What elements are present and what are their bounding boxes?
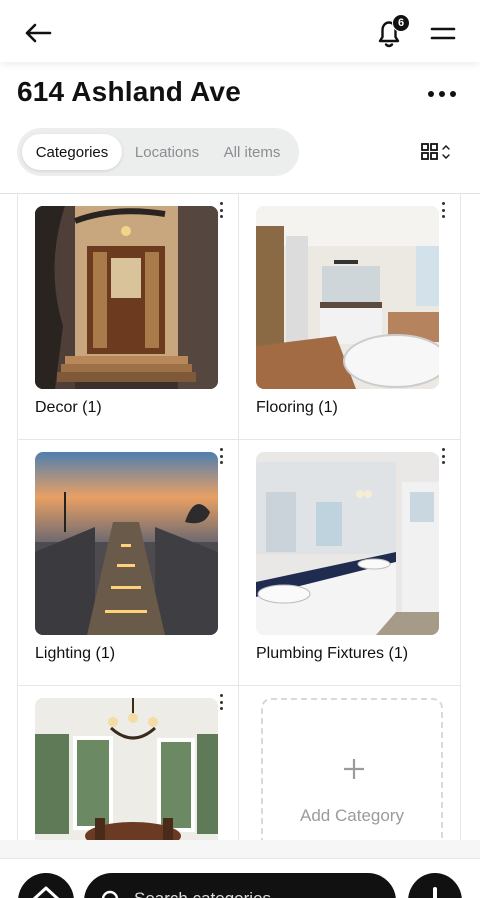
more-options-button[interactable] xyxy=(424,84,460,104)
kebab-icon[interactable] xyxy=(218,202,224,218)
home-button[interactable] xyxy=(18,873,74,898)
sort-chevrons-icon xyxy=(442,145,450,159)
category-grid: Decor (1) Flooring (1) Lighting (1) Plum… xyxy=(17,194,461,840)
category-card-flooring[interactable]: Flooring (1) xyxy=(239,194,461,440)
add-button[interactable] xyxy=(408,873,462,898)
tab-locations[interactable]: Locations xyxy=(127,134,207,170)
category-image-flooring xyxy=(256,206,439,389)
plus-icon xyxy=(344,759,364,779)
menu-button[interactable] xyxy=(426,20,460,46)
category-card-lighting[interactable]: Lighting (1) xyxy=(17,440,239,686)
search-icon xyxy=(101,890,119,898)
add-category-cell: Add Category xyxy=(239,686,461,840)
search-input[interactable]: Search categories xyxy=(134,889,271,898)
kebab-icon[interactable] xyxy=(440,202,446,218)
bottom-fade xyxy=(0,840,480,858)
back-arrow-icon xyxy=(25,23,52,43)
add-category-label: Add Category xyxy=(300,806,404,825)
category-label: Lighting (1) xyxy=(35,645,116,662)
category-card-dining[interactable] xyxy=(17,686,239,840)
layout-toggle-button[interactable] xyxy=(420,140,460,164)
kebab-icon[interactable] xyxy=(218,694,224,710)
notification-badge: 6 xyxy=(392,14,410,32)
category-label: Plumbing Fixtures (1) xyxy=(256,645,409,662)
kebab-icon[interactable] xyxy=(440,448,446,464)
kebab-icon[interactable] xyxy=(218,448,224,464)
category-image-lighting xyxy=(35,452,218,635)
category-label: Decor (1) xyxy=(35,399,102,416)
top-bar: 6 xyxy=(0,0,480,62)
more-horizontal-icon xyxy=(428,91,434,97)
bottom-bar: Search categories xyxy=(0,858,480,898)
category-card-decor[interactable]: Decor (1) xyxy=(17,194,239,440)
search-bar[interactable]: Search categories xyxy=(84,873,396,898)
category-image-dining xyxy=(35,698,218,840)
category-image-plumbing-fixtures xyxy=(256,452,439,635)
category-card-plumbing-fixtures[interactable]: Plumbing Fixtures (1) xyxy=(239,440,461,686)
notifications-button[interactable]: 6 xyxy=(372,12,410,52)
add-category-button[interactable]: Add Category xyxy=(261,698,443,840)
category-label: Flooring (1) xyxy=(256,399,338,416)
hamburger-menu-icon xyxy=(430,27,456,40)
tab-all-items[interactable]: All items xyxy=(215,134,289,170)
back-button[interactable] xyxy=(18,16,58,50)
page-title: 614 Ashland Ave xyxy=(17,76,241,107)
home-icon xyxy=(32,886,60,898)
tab-categories[interactable]: Categories xyxy=(22,134,122,170)
category-image-decor xyxy=(35,206,218,389)
view-tabs: Categories Locations All items xyxy=(17,128,299,176)
grid-view-icon xyxy=(421,143,438,160)
plus-icon xyxy=(433,887,437,898)
